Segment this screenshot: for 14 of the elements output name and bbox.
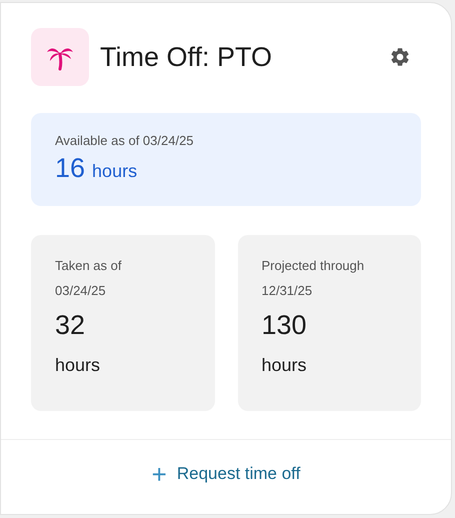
available-label: Available as of 03/24/25 xyxy=(55,132,195,150)
stat-value: 32 xyxy=(55,309,86,342)
stat-label: Taken as of 03/24/25 xyxy=(55,257,122,300)
settings-icon[interactable] xyxy=(389,46,411,68)
palm-tree-icon xyxy=(31,28,89,86)
stat-unit: hours xyxy=(262,354,308,377)
card-title: Time Off: PTO xyxy=(100,40,274,74)
available-unit: hours xyxy=(92,160,138,182)
stat-value: 130 xyxy=(262,309,308,342)
available-value: 16 xyxy=(55,152,86,184)
request-time-off-button[interactable]: + Request time off xyxy=(152,461,300,487)
stat-unit: hours xyxy=(55,354,102,377)
plus-icon: + xyxy=(152,461,167,487)
stat-label: Projected through 12/31/25 xyxy=(262,257,366,300)
